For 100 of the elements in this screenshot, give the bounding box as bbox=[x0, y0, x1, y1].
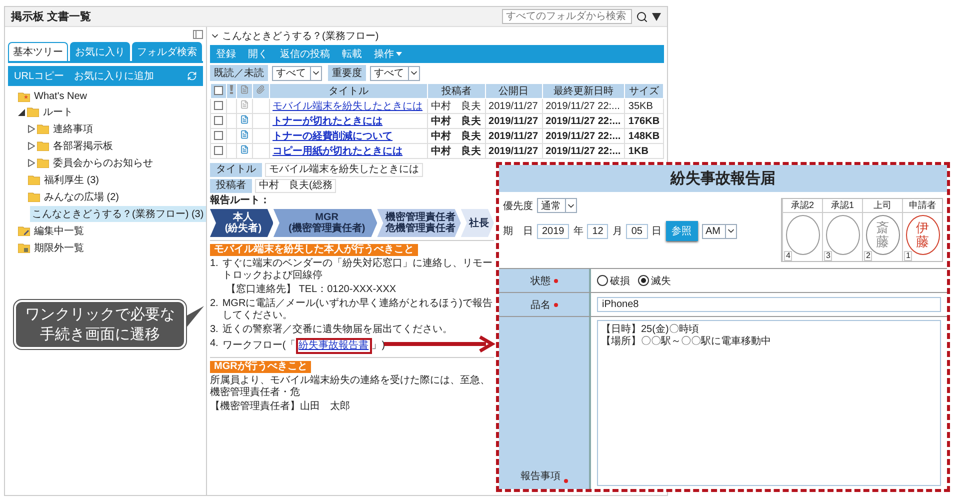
dropdown-select[interactable]: すべて bbox=[370, 66, 420, 80]
detail-label: 投稿者 bbox=[210, 179, 252, 193]
table-cell: 176KB bbox=[624, 114, 664, 128]
unit-label: 月 bbox=[612, 225, 622, 238]
route-step: 機密管理責任者 危機管理責任者 bbox=[377, 209, 461, 237]
column-header[interactable]: タイトル bbox=[269, 84, 428, 98]
star-folder-icon bbox=[18, 92, 30, 102]
sidebar-tab[interactable]: 基本ツリー bbox=[8, 42, 68, 61]
stamp-role: 承認2 bbox=[783, 199, 822, 213]
report-textarea[interactable]: 【日時】25(金)〇時頃 【場所】〇〇駅～〇〇駅に電車移動中 bbox=[597, 320, 941, 486]
year-field[interactable]: 2019 bbox=[537, 224, 570, 238]
dropdown-select[interactable]: すべて bbox=[272, 66, 322, 80]
detail-value: 中村 良夫(総務 bbox=[255, 179, 336, 193]
table-cell: 148KB bbox=[624, 128, 664, 144]
document-link[interactable]: トナーが切れたときには bbox=[272, 116, 383, 127]
document-link[interactable]: コピー用紙が切れたときには bbox=[272, 146, 403, 157]
search-field[interactable]: すべてのフォルダから検索 bbox=[502, 9, 632, 24]
pencil-folder-icon bbox=[18, 226, 30, 236]
exclamation-icon bbox=[230, 85, 234, 94]
section-heading: モバイル端末を紛失した本人が行うべきこと bbox=[210, 244, 418, 256]
day-field[interactable]: 05 bbox=[626, 224, 648, 238]
column-header[interactable]: 投稿者 bbox=[428, 84, 486, 98]
column-header[interactable]: 公開日 bbox=[485, 84, 542, 98]
filter-triangle-icon[interactable] bbox=[652, 12, 661, 20]
table-cell: 中村 良夫 bbox=[428, 144, 486, 158]
form-title: 紛失事故報告届 bbox=[499, 165, 947, 192]
table-cell: 中村 良夫 bbox=[428, 128, 486, 144]
detail-label: タイトル bbox=[210, 163, 262, 177]
collapsed-arrow-icon[interactable] bbox=[28, 159, 35, 167]
tree-item[interactable]: 委員会からのお知らせ bbox=[51, 155, 155, 171]
expanded-arrow-icon[interactable] bbox=[18, 108, 25, 116]
filter-label: 既読／未読 bbox=[210, 65, 268, 81]
item-number: 2. bbox=[210, 298, 218, 311]
item-number: 1. bbox=[210, 258, 218, 271]
tree-item[interactable]: こんなときどうする？(業務フロー) (3) bbox=[30, 206, 206, 222]
unit-label: 年 bbox=[573, 225, 584, 238]
contact-note: 【窓口連絡先】 TEL：0120-XXX-XXX bbox=[225, 284, 398, 296]
row-checkbox[interactable] bbox=[214, 146, 223, 156]
item-name-field[interactable]: iPhone8 bbox=[597, 297, 941, 312]
route-step: MGR (機密管理責任者) bbox=[273, 209, 378, 237]
route-step: 社長 bbox=[460, 209, 494, 237]
radio-button[interactable] bbox=[597, 275, 608, 286]
row-checkbox[interactable] bbox=[214, 131, 223, 140]
stamp-role: 申請者 bbox=[903, 199, 942, 213]
document-link[interactable]: トナーの経費削減について bbox=[272, 131, 393, 142]
section-text: 所属員より、モバイル端末紛失の連絡を受けた際には、至急、機密管理責任者・危 bbox=[210, 375, 491, 399]
column-header[interactable]: サイズ bbox=[624, 84, 664, 98]
select-all-checkbox[interactable] bbox=[214, 86, 224, 96]
tree-item[interactable]: 各部署掲示板 bbox=[51, 138, 115, 154]
tree-item[interactable]: 連絡事項 bbox=[51, 121, 95, 137]
tree-item[interactable]: 期限外一覧 bbox=[32, 240, 86, 256]
collapsed-arrow-icon[interactable] bbox=[28, 125, 35, 133]
window-title: 掲示板 文書一覧 bbox=[11, 10, 92, 24]
table-cell: 2019/11/27 bbox=[485, 114, 542, 128]
paperclip-icon bbox=[256, 85, 266, 94]
table-cell: 中村 良夫 bbox=[428, 114, 486, 128]
month-field[interactable]: 12 bbox=[587, 224, 608, 238]
item-number: 3. bbox=[210, 324, 218, 336]
callout-box: ワンクリックで必要な 手続き画面に遷移 bbox=[14, 300, 186, 349]
stamp-number: 4 bbox=[784, 251, 792, 261]
stamp-number: 1 bbox=[904, 251, 912, 261]
refresh-icon[interactable] bbox=[187, 71, 197, 81]
collapse-panel-icon[interactable] bbox=[193, 30, 203, 39]
form-label: 品名 bbox=[530, 298, 550, 312]
table-cell: 2019/11/27 22:... bbox=[542, 128, 625, 144]
seal-text: 伊藤 bbox=[916, 220, 929, 250]
table-cell: 2019/11/27 bbox=[485, 144, 542, 158]
document-link[interactable]: モバイル端末を紛失したときには bbox=[272, 101, 423, 112]
search-icon[interactable] bbox=[636, 10, 648, 22]
stamp-number: 3 bbox=[824, 251, 832, 261]
folder-title: こんなときどうする？(業務フロー) bbox=[222, 30, 379, 43]
form-label: 報告事項 bbox=[520, 470, 560, 483]
field-label: 優先度 bbox=[503, 200, 533, 212]
tree-item[interactable]: 編集中一覧 bbox=[32, 223, 86, 239]
detail-value: モバイル端末を紛失したときには bbox=[265, 163, 423, 177]
route-label: 報告ルート： bbox=[210, 195, 271, 207]
tree-item[interactable]: What's New bbox=[32, 90, 90, 103]
row-checkbox[interactable] bbox=[214, 116, 223, 126]
table-cell: 2019/11/27 22:... bbox=[542, 98, 625, 114]
row-checkbox[interactable] bbox=[214, 101, 223, 110]
column-header[interactable]: 最終更新日時 bbox=[542, 84, 625, 98]
field-label: 期 日 bbox=[503, 224, 533, 238]
collapsed-arrow-icon[interactable] bbox=[28, 142, 35, 150]
table-cell: 2019/11/27 22:... bbox=[542, 144, 625, 158]
unit-label: 日 bbox=[652, 225, 662, 238]
seal-text: 斎藤 bbox=[876, 220, 889, 250]
stamp-number: 2 bbox=[864, 251, 872, 261]
form-link[interactable]: 紛失事故報告書 bbox=[298, 340, 369, 351]
dropdown-select[interactable]: 通常 bbox=[537, 198, 577, 213]
folder-icon bbox=[37, 158, 49, 168]
section-heading: MGRが行うべきこと bbox=[210, 361, 312, 373]
item-text: すぐに端末のベンダーの「紛失対応窓口」に連絡し、リモートロックおよび回線停 bbox=[222, 258, 494, 282]
radio-button[interactable] bbox=[638, 275, 649, 286]
table-cell: 中村 良夫 bbox=[428, 98, 486, 114]
tree-item[interactable]: ルート bbox=[41, 104, 75, 120]
dropdown-select[interactable]: AM bbox=[702, 224, 736, 238]
tree-item[interactable]: みんなの広場 (2) bbox=[42, 189, 121, 205]
form-label: 状態 bbox=[530, 274, 550, 288]
tree-item[interactable]: 福利厚生 (3) bbox=[42, 172, 101, 188]
lock-folder-icon bbox=[18, 243, 30, 253]
